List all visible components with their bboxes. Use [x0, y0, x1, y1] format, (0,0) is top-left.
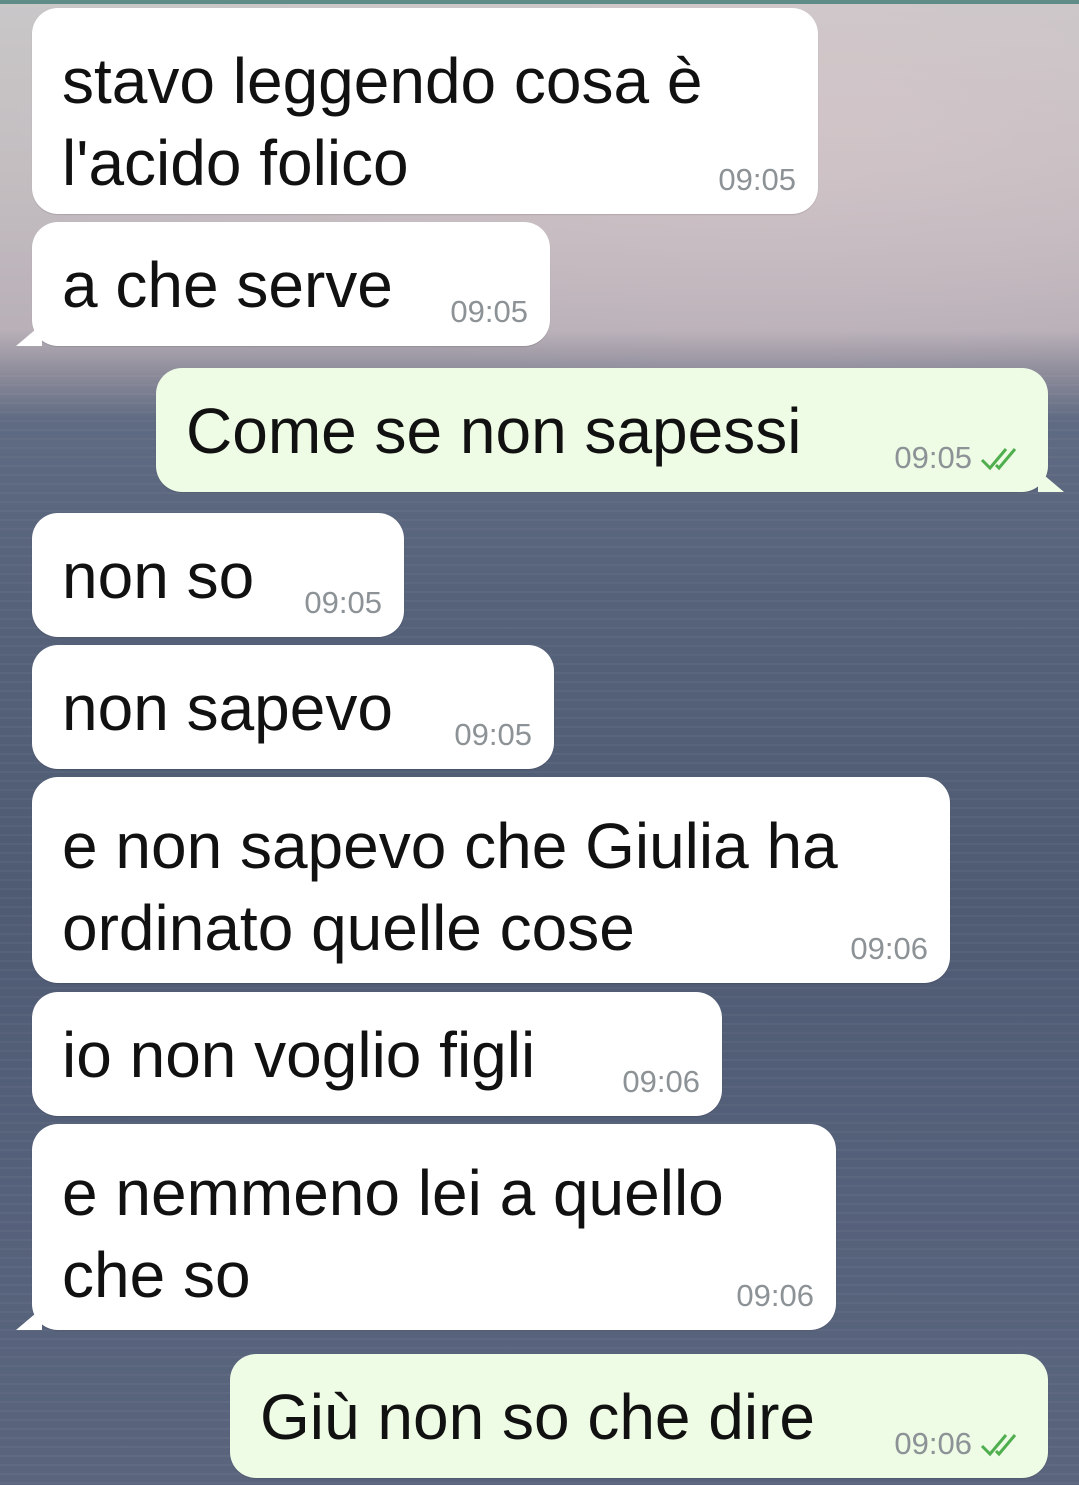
outgoing-message[interactable]: Giù non so che dire 09:06: [230, 1354, 1048, 1478]
incoming-message[interactable]: e nemmeno lei a quello che so 09:06: [16, 1124, 836, 1330]
message-text: e non sapevo che Giulia ha ordinato quel…: [62, 810, 838, 964]
message-time: 09:06: [736, 1278, 814, 1313]
incoming-message[interactable]: stavo leggendo cosa è l'acido folico 09:…: [32, 8, 818, 214]
message-text: io non voglio figli: [62, 1019, 536, 1091]
message-time: 09:06: [850, 931, 928, 966]
message-text: stavo leggendo cosa è l'acido folico: [62, 45, 703, 199]
message-time: 09:06: [622, 1064, 700, 1099]
message-time: 09:05: [454, 717, 532, 752]
incoming-message[interactable]: e non sapevo che Giulia ha ordinato quel…: [32, 777, 950, 983]
message-time: 09:05: [718, 162, 796, 197]
incoming-message[interactable]: io non voglio figli 09:06: [32, 992, 722, 1116]
incoming-message[interactable]: non sapevo 09:05: [32, 645, 554, 769]
header-edge: [0, 0, 1079, 4]
message-text: e nemmeno lei a quello che so: [62, 1157, 724, 1311]
incoming-message[interactable]: non so 09:05: [32, 513, 404, 637]
message-time: 09:06: [894, 1426, 972, 1461]
outgoing-message[interactable]: Come se non sapessi 09:05: [156, 368, 1064, 492]
double-check-icon: [980, 1434, 1017, 1457]
message-time: 09:05: [304, 585, 382, 620]
message-text: Come se non sapessi: [186, 395, 802, 467]
message-time: 09:05: [450, 294, 528, 329]
double-check-icon: [980, 448, 1017, 471]
incoming-message[interactable]: a che serve 09:05: [16, 222, 550, 346]
message-time: 09:05: [894, 440, 972, 475]
